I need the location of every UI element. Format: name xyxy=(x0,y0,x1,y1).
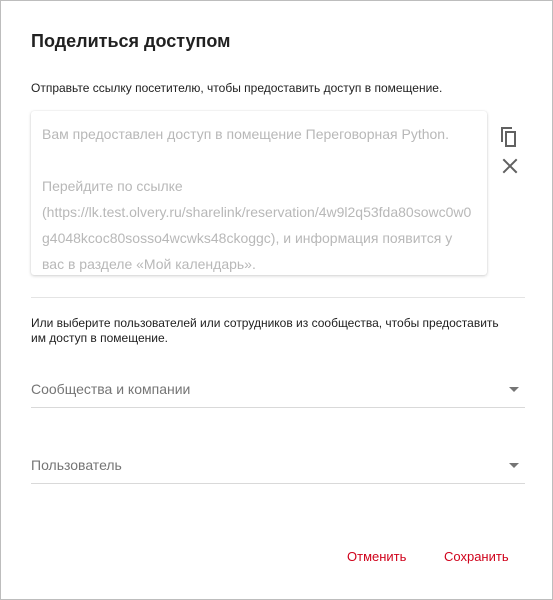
share-link-paragraph-2: Перейдите по ссылке (https://lk.test.olv… xyxy=(42,178,472,272)
cancel-button[interactable]: Отменить xyxy=(347,549,406,564)
user-select[interactable]: Пользователь xyxy=(31,453,525,484)
dropdown-arrow-icon xyxy=(509,463,519,468)
section-divider xyxy=(31,297,525,298)
communities-select-label: Сообщества и компании xyxy=(31,381,191,397)
close-icon[interactable] xyxy=(500,156,520,176)
save-button[interactable]: Сохранить xyxy=(444,549,509,564)
share-link-paragraph-1: Вам предоставлен доступ в помещение Пере… xyxy=(42,126,449,142)
communities-select[interactable]: Сообщества и компании xyxy=(31,377,525,408)
dropdown-arrow-icon xyxy=(509,387,519,392)
copy-icon[interactable] xyxy=(498,125,520,149)
dialog-subtitle: Отправьте ссылку посетителю, чтобы предо… xyxy=(31,81,443,95)
share-link-textbox[interactable]: Вам предоставлен доступ в помещение Пере… xyxy=(31,111,487,275)
select-users-hint: Или выберите пользователей или сотрудник… xyxy=(31,316,499,345)
dialog-title: Поделиться доступом xyxy=(31,31,231,51)
user-select-label: Пользователь xyxy=(31,457,122,473)
share-access-dialog: Поделиться доступом Отправьте ссылку пос… xyxy=(0,0,553,600)
